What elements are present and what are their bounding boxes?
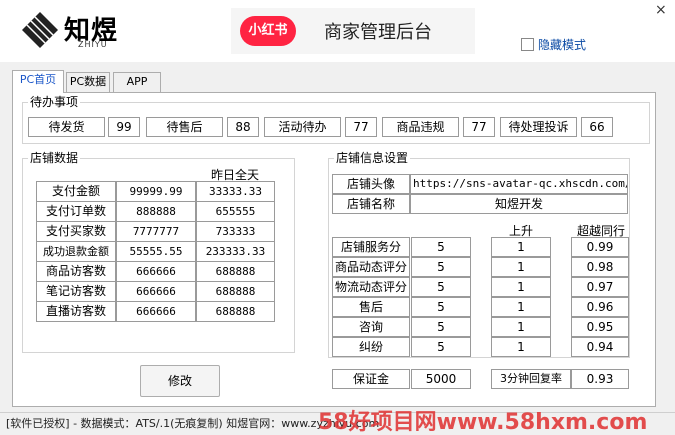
avatar-label: 店铺头像 — [332, 174, 410, 194]
up-input[interactable]: 1 — [491, 237, 551, 257]
beat-input[interactable]: 0.97 — [571, 277, 629, 297]
todo-value-activity: 77 — [345, 117, 377, 137]
app-logo: 知煜 ZHIYU — [16, 6, 131, 54]
brand-badge: 小红书 — [240, 16, 296, 46]
todo-value-pending-ship: 99 — [108, 117, 140, 137]
shop-data-yesterday: 733333 — [196, 221, 275, 242]
up-input[interactable]: 1 — [491, 297, 551, 317]
score-label: 售后 — [332, 297, 410, 317]
shop-data-label: 成功退款金额 — [36, 241, 116, 262]
score-input[interactable]: 5 — [411, 277, 471, 297]
todo-label-pending-ship: 待发货 — [28, 117, 105, 137]
shop-data-label: 支付买家数 — [36, 221, 116, 242]
shop-info-title: 店铺信息设置 — [334, 151, 411, 165]
shop-data-yesterday: 233333.33 — [196, 241, 275, 262]
shop-data-today: 666666 — [116, 261, 196, 282]
todo-title: 待办事项 — [28, 95, 81, 109]
shop-data-label: 直播访客数 — [36, 301, 116, 322]
score-label: 纠纷 — [332, 337, 410, 357]
deposit-label: 保证金 — [332, 369, 410, 389]
shop-data-today: 666666 — [116, 281, 196, 302]
score-label: 商品动态评分 — [332, 257, 410, 277]
shop-data-yesterday: 688888 — [196, 281, 275, 302]
shop-data-today: 99999.99 — [116, 181, 196, 202]
todo-value-complaint: 66 — [581, 117, 613, 137]
app-header: 知煜 ZHIYU 小红书 商家管理后台 × 隐藏模式 — [0, 0, 675, 62]
shop-name-label: 店铺名称 — [332, 194, 410, 214]
hide-mode-label: 隐藏模式 — [538, 38, 587, 52]
beat-input[interactable]: 0.99 — [571, 237, 629, 257]
reply-rate-label: 3分钟回复率 — [491, 369, 571, 389]
shop-data-today: 7777777 — [116, 221, 196, 242]
shop-data-label: 笔记访客数 — [36, 281, 116, 302]
avatar-url-input[interactable]: https://sns-avatar-qc.xhscdn.com/ava — [410, 174, 628, 194]
shop-data-today: 888888 — [116, 201, 196, 222]
hide-mode-checkbox[interactable]: 隐藏模式 — [521, 36, 586, 53]
score-input[interactable]: 5 — [411, 297, 471, 317]
shop-data-label: 支付订单数 — [36, 201, 116, 222]
shop-data-yesterday: 33333.33 — [196, 181, 275, 202]
shop-data-label: 商品访客数 — [36, 261, 116, 282]
shop-data-today: 666666 — [116, 301, 196, 322]
up-input[interactable]: 1 — [491, 337, 551, 357]
shop-name-input[interactable]: 知煜开发 — [410, 194, 628, 214]
up-input[interactable]: 1 — [491, 277, 551, 297]
brand-banner: 小红书 商家管理后台 — [231, 8, 475, 54]
checkbox-box-icon[interactable] — [521, 38, 534, 51]
tab-pc-data[interactable]: PC数据 — [66, 72, 110, 92]
brand-title: 商家管理后台 — [324, 22, 432, 43]
score-input[interactable]: 5 — [411, 257, 471, 277]
beat-input[interactable]: 0.94 — [571, 337, 629, 357]
close-icon[interactable]: × — [655, 2, 667, 18]
todo-label-violation: 商品违规 — [382, 117, 459, 137]
reply-rate-input[interactable]: 0.93 — [571, 369, 629, 389]
shop-data-yesterday: 688888 — [196, 301, 275, 322]
todo-label-complaint: 待处理投诉 — [500, 117, 577, 137]
todo-value-violation: 77 — [463, 117, 495, 137]
up-input[interactable]: 1 — [491, 257, 551, 277]
tab-app[interactable]: APP — [113, 72, 161, 92]
watermark-text: 58好项目网www.58hxm.com — [318, 410, 648, 435]
modify-button[interactable]: 修改 — [140, 365, 220, 397]
score-input[interactable]: 5 — [411, 237, 471, 257]
shop-data-title: 店铺数据 — [28, 151, 81, 165]
shop-data-yesterday: 655555 — [196, 201, 275, 222]
tab-pc-home[interactable]: PC首页 — [12, 70, 64, 93]
score-input[interactable]: 5 — [411, 337, 471, 357]
shop-data-label: 支付金额 — [36, 181, 116, 202]
shop-data-yesterday: 688888 — [196, 261, 275, 282]
beat-input[interactable]: 0.96 — [571, 297, 629, 317]
up-input[interactable]: 1 — [491, 317, 551, 337]
logo-subtext: ZHIYU — [78, 40, 108, 49]
shop-data-today: 55555.55 — [116, 241, 196, 262]
score-label: 物流动态评分 — [332, 277, 410, 297]
beat-input[interactable]: 0.98 — [571, 257, 629, 277]
logo-diamond-icon — [22, 12, 58, 48]
beat-input[interactable]: 0.95 — [571, 317, 629, 337]
deposit-input[interactable]: 5000 — [411, 369, 471, 389]
score-input[interactable]: 5 — [411, 317, 471, 337]
score-label: 店铺服务分 — [332, 237, 410, 257]
todo-label-activity: 活动待办 — [264, 117, 341, 137]
todo-label-after-sale: 待售后 — [146, 117, 223, 137]
score-label: 咨询 — [332, 317, 410, 337]
todo-value-after-sale: 88 — [227, 117, 259, 137]
